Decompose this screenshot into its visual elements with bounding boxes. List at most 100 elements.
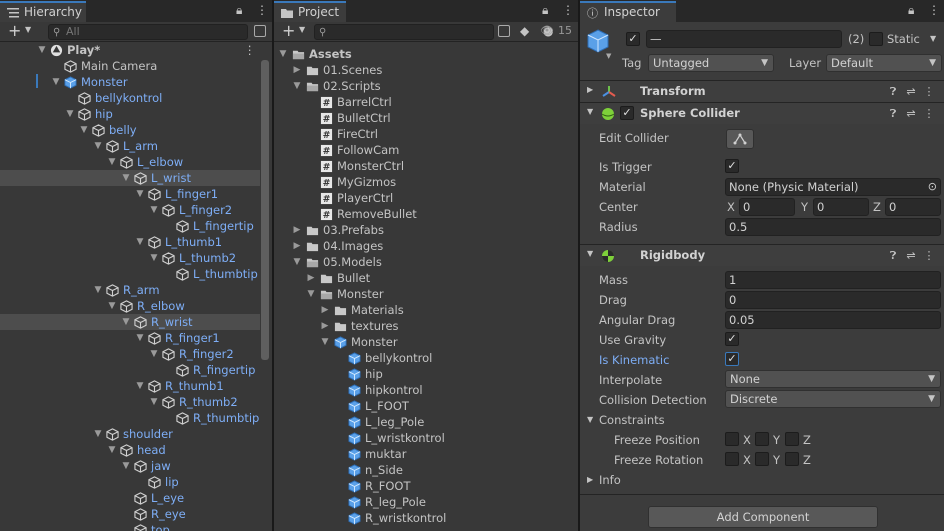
hierarchy-item[interactable]: ▼ R_arm (0, 282, 260, 298)
presets-icon[interactable]: ⇌ (902, 85, 920, 98)
project-item[interactable]: bellykontrol (274, 350, 578, 366)
presets-icon[interactable]: ⇌ (902, 249, 920, 262)
project-item[interactable]: hipkontrol (274, 382, 578, 398)
component-menu-icon[interactable]: ⋮ (920, 107, 938, 120)
fold-down-icon[interactable]: ▼ (93, 282, 103, 298)
fold-down-icon[interactable]: ▼ (135, 186, 145, 202)
fold-down-icon[interactable]: ▼ (149, 250, 159, 266)
project-item[interactable]: hip (274, 366, 578, 382)
hierarchy-item[interactable]: ▼ R_finger2 (0, 346, 260, 362)
project-item[interactable]: ▼ Monster (274, 286, 578, 302)
help-icon[interactable]: ❓︎ (884, 249, 902, 263)
hierarchy-item[interactable]: L_eye (0, 490, 260, 506)
hierarchy-item[interactable]: ▼ L_elbow (0, 154, 260, 170)
fold-right-icon[interactable]: ▶ (587, 471, 593, 489)
hierarchy-item[interactable]: ▼ L_thumb1 (0, 234, 260, 250)
project-item[interactable]: R_leg_Pole (274, 494, 578, 510)
project-item[interactable]: # FireCtrl (274, 126, 578, 142)
hierarchy-item[interactable]: ▼ L_arm (0, 138, 260, 154)
fold-down-icon[interactable]: ▼ (135, 234, 145, 250)
fold-down-icon[interactable]: ▼ (587, 411, 593, 429)
interpolate-dropdown[interactable]: None ▼ (725, 370, 941, 388)
hierarchy-item[interactable]: ▼ jaw (0, 458, 260, 474)
layer-dropdown[interactable]: Default ▼ (826, 54, 942, 72)
fold-down-icon[interactable]: ▼ (79, 122, 89, 138)
project-item[interactable]: L_FOOT (274, 398, 578, 414)
static-checkbox[interactable] (869, 32, 883, 46)
search-type-icon[interactable] (498, 25, 510, 37)
fold-down-icon[interactable]: ▼ (292, 254, 302, 270)
scene-menu-icon[interactable]: ⋮ (244, 42, 256, 58)
project-search-input[interactable]: ⚲ (314, 24, 494, 40)
hierarchy-item[interactable]: ▼ head (0, 442, 260, 458)
hierarchy-item[interactable]: lip (0, 474, 260, 490)
hierarchy-item[interactable]: ▼ L_wrist (0, 170, 260, 186)
project-item[interactable]: L_wristkontrol (274, 430, 578, 446)
hierarchy-item[interactable]: Main Camera (0, 58, 260, 74)
fold-down-icon[interactable]: ▼ (587, 249, 593, 258)
static-dropdown-icon[interactable]: ▼ (930, 34, 936, 43)
hierarchy-item[interactable]: ▼ L_finger1 (0, 186, 260, 202)
freeze-position-z-checkbox[interactable] (785, 432, 799, 446)
hierarchy-item[interactable]: R_fingertip (0, 362, 260, 378)
project-item[interactable]: ▶ 04.Images (274, 238, 578, 254)
drag-field[interactable]: 0 (725, 291, 941, 309)
component-menu-icon[interactable]: ⋮ (920, 85, 938, 98)
project-item[interactable]: ▼ 05.Models (274, 254, 578, 270)
angular-drag-field[interactable]: 0.05 (725, 311, 941, 329)
freeze-position-y-checkbox[interactable] (755, 432, 769, 446)
project-item[interactable]: L_leg_Pole (274, 414, 578, 430)
fold-down-icon[interactable]: ▼ (107, 154, 117, 170)
fold-down-icon[interactable]: ▼ (107, 298, 117, 314)
lock-icon[interactable]: 🔒︎ (542, 4, 548, 16)
edit-collider-button[interactable] (726, 129, 754, 149)
fold-down-icon[interactable]: ▼ (320, 334, 330, 350)
tag-dropdown[interactable]: Untagged ▼ (648, 54, 774, 72)
hierarchy-scrollbar[interactable] (261, 60, 269, 360)
fold-right-icon[interactable]: ▶ (306, 270, 316, 286)
fold-down-icon[interactable]: ▼ (278, 46, 288, 62)
add-button[interactable]: + (8, 22, 21, 40)
lock-icon[interactable]: 🔒︎ (908, 4, 914, 16)
center-x-field[interactable]: 0 (739, 198, 795, 216)
hierarchy-item[interactable]: ▼ shoulder (0, 426, 260, 442)
scene-search-icon[interactable] (254, 25, 266, 37)
project-item[interactable]: # MyGizmos (274, 174, 578, 190)
mass-field[interactable]: 1 (725, 271, 941, 289)
sphere-collider-enabled-checkbox[interactable]: ✓ (620, 106, 634, 120)
fold-right-icon[interactable]: ▶ (292, 62, 302, 78)
filter-by-type-icon[interactable]: ◆ (520, 24, 529, 38)
hierarchy-item[interactable]: R_thumbtip (0, 410, 260, 426)
project-item[interactable]: # RemoveBullet (274, 206, 578, 222)
project-item[interactable]: muktar (274, 446, 578, 462)
project-item[interactable]: ▶ 03.Prefabs (274, 222, 578, 238)
sphere-collider-header[interactable]: ▼ ✓ Sphere Collider ❓︎ ⇌ ⋮ (580, 102, 944, 124)
freeze-rotation-z-checkbox[interactable] (785, 452, 799, 466)
freeze-rotation-x-checkbox[interactable] (725, 452, 739, 466)
fold-down-icon[interactable]: ▼ (587, 107, 593, 116)
tab-hierarchy[interactable]: Hierarchy (0, 1, 86, 22)
help-icon[interactable]: ❓︎ (884, 85, 902, 99)
fold-down-icon[interactable]: ▼ (51, 74, 61, 90)
add-component-button[interactable]: Add Component (648, 506, 878, 528)
fold-right-icon[interactable]: ▶ (587, 85, 593, 94)
fold-down-icon[interactable]: ▼ (121, 458, 131, 474)
fold-down-icon[interactable]: ▼ (121, 170, 131, 186)
fold-down-icon[interactable]: ▼ (135, 330, 145, 346)
center-z-field[interactable]: 0 (885, 198, 941, 216)
constraints-row[interactable]: ▼ Constraints (580, 410, 944, 430)
hierarchy-item[interactable]: bellykontrol (0, 90, 260, 106)
lock-icon[interactable]: 🔒︎ (236, 4, 242, 16)
radius-field[interactable]: 0.5 (725, 218, 941, 236)
project-item[interactable]: ▶ textures (274, 318, 578, 334)
project-item[interactable]: # PlayerCtrl (274, 190, 578, 206)
is-trigger-checkbox[interactable]: ✓ (725, 159, 739, 173)
project-item[interactable]: ▼ Monster (274, 334, 578, 350)
freeze-rotation-y-checkbox[interactable] (755, 452, 769, 466)
fold-down-icon[interactable]: ▼ (93, 426, 103, 442)
transform-header[interactable]: ▶ Transform ❓︎ ⇌ ⋮ (580, 80, 944, 102)
fold-down-icon[interactable]: ▼ (149, 202, 159, 218)
fold-down-icon[interactable]: ▼ (149, 346, 159, 362)
project-item[interactable]: ▼ 02.Scripts (274, 78, 578, 94)
object-picker-icon[interactable]: ⊙ (928, 179, 937, 195)
